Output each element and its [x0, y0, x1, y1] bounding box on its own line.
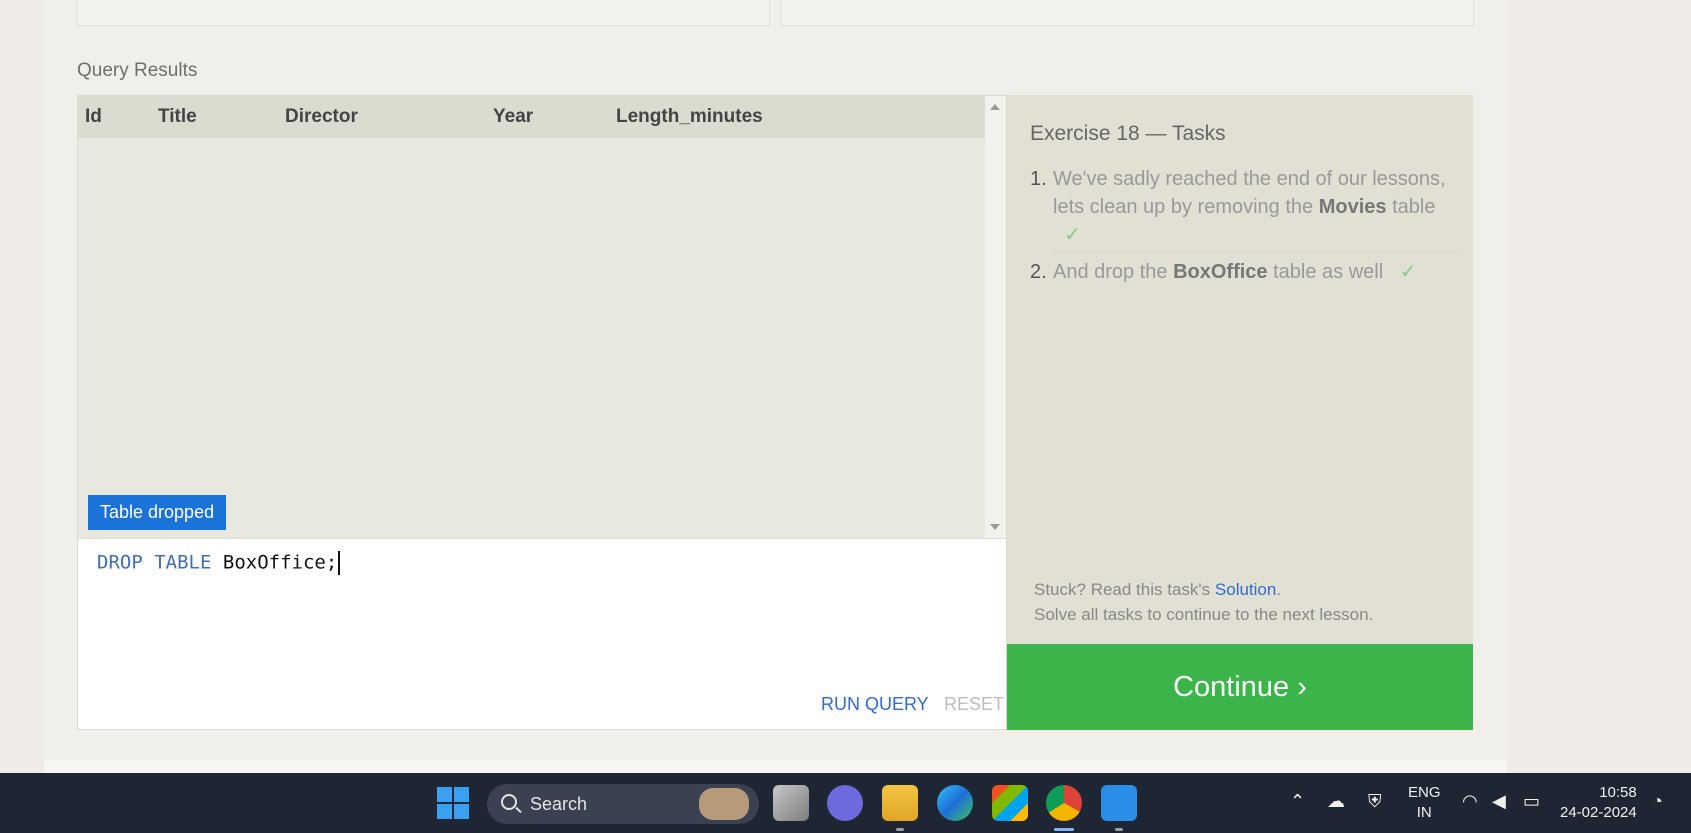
search-icon [501, 794, 517, 810]
task-text-post: table [1392, 196, 1436, 218]
teams-chat-icon[interactable] [827, 785, 863, 821]
task-number: 1. [1030, 168, 1047, 190]
task-text-post: table as well [1273, 261, 1384, 283]
text-caret [338, 551, 341, 575]
sql-identifier: BoxOffice; [222, 551, 338, 574]
column-header-title: Title [158, 106, 197, 127]
language-code: ENG [1408, 784, 1441, 801]
status-toast: Table dropped [88, 495, 227, 530]
results-table-header: Id Title Director Year Length_minutes [78, 96, 987, 138]
solution-link[interactable]: Solution [1215, 580, 1276, 599]
sql-keyword-drop: DROP [97, 551, 143, 574]
battery-icon[interactable]: ▭ [1523, 791, 1540, 812]
task-text: We've sadly reached the end of our lesso… [1053, 165, 1463, 249]
edge-browser-icon[interactable] [937, 785, 973, 821]
chevron-up-icon[interactable]: ⌃ [1290, 791, 1305, 812]
search-label: Search [530, 794, 588, 814]
checkmark-icon: ✓ [1399, 261, 1417, 283]
file-explorer-icon[interactable] [882, 785, 918, 821]
stuck-hint: Stuck? Read this task's Solution. Solve … [1034, 577, 1373, 627]
windows-start-icon[interactable] [437, 787, 469, 819]
tasks-panel: Exercise 18 — Tasks 1. We've sadly reach… [1007, 95, 1473, 644]
top-right-panel [781, 0, 1474, 26]
column-header-director: Director [285, 106, 358, 127]
search-highlight-image [699, 788, 749, 820]
chrome-browser-icon[interactable] [1046, 785, 1082, 821]
stuck-period: . [1276, 580, 1282, 599]
microsoft-store-icon[interactable] [992, 785, 1028, 821]
clock[interactable]: 10:58 24-02-2024 [1560, 783, 1637, 833]
query-results-label: Query Results [77, 60, 198, 81]
results-panel: Id Title Director Year Length_minutes Ta… [77, 95, 1007, 539]
language-indicator[interactable]: ENG IN [1408, 783, 1441, 833]
windows-taskbar: Search ⌃ ☁ ⛨ ENG IN ◠ ◀ ▭ 10:58 24-02-20… [0, 773, 1691, 833]
sql-code[interactable]: DROP TABLE BoxOffice; [97, 551, 341, 575]
onedrive-icon[interactable]: ☁ [1327, 791, 1345, 812]
column-header-year: Year [493, 106, 534, 127]
active-app-indicator [1054, 828, 1074, 831]
notification-bell-icon[interactable]: ◔ [1652, 791, 1663, 812]
vscode-icon[interactable] [1101, 785, 1137, 821]
solve-all-text: Solve all tasks to continue to the next … [1034, 605, 1374, 624]
sql-editor[interactable]: DROP TABLE BoxOffice; RUN QUERY RESET [77, 539, 1007, 730]
app-indicator [896, 828, 904, 831]
scroll-up-icon[interactable] [990, 104, 1000, 110]
column-header-length-minutes: Length_minutes [616, 106, 763, 127]
checkmark-icon: ✓ [1064, 224, 1081, 246]
task-text-bold: Movies [1318, 196, 1387, 218]
task-item-1: 1. We've sadly reached the end of our le… [1030, 165, 1460, 255]
clock-date: 24-02-2024 [1560, 804, 1637, 821]
reset-button[interactable]: RESET [944, 694, 1004, 715]
volume-icon[interactable]: ◀ [1492, 791, 1506, 812]
top-left-panel [77, 0, 770, 26]
task-text-bold: BoxOffice [1173, 261, 1268, 283]
sql-keyword-table: TABLE [154, 551, 212, 574]
scroll-down-icon[interactable] [990, 524, 1000, 530]
region-code: IN [1416, 804, 1432, 821]
stuck-text: Stuck? Read this task's [1034, 580, 1211, 599]
security-shield-icon[interactable]: ⛨ [1368, 791, 1382, 812]
wifi-icon[interactable]: ◠ [1462, 791, 1478, 812]
task-text-pre: We've sadly reached the end of our lesso… [1053, 168, 1446, 218]
run-query-button[interactable]: RUN QUERY [821, 694, 929, 715]
taskbar-search[interactable]: Search [487, 784, 759, 824]
tasks-title: Exercise 18 — Tasks [1030, 122, 1226, 145]
task-text: And drop the BoxOffice table as well ✓ [1053, 258, 1417, 286]
continue-button[interactable]: Continue › [1007, 644, 1473, 730]
task-view-icon[interactable] [773, 785, 809, 821]
clock-time: 10:58 [1599, 784, 1637, 801]
task-divider [1053, 252, 1460, 253]
task-item-2: 2. And drop the BoxOffice table as well … [1030, 258, 1460, 290]
task-text-pre: And drop the [1053, 261, 1168, 283]
app-indicator [1115, 828, 1123, 831]
results-scrollbar[interactable] [985, 96, 1006, 538]
task-number: 2. [1030, 261, 1047, 283]
card-bottom-strip [44, 760, 1507, 774]
column-header-id: Id [85, 106, 102, 127]
